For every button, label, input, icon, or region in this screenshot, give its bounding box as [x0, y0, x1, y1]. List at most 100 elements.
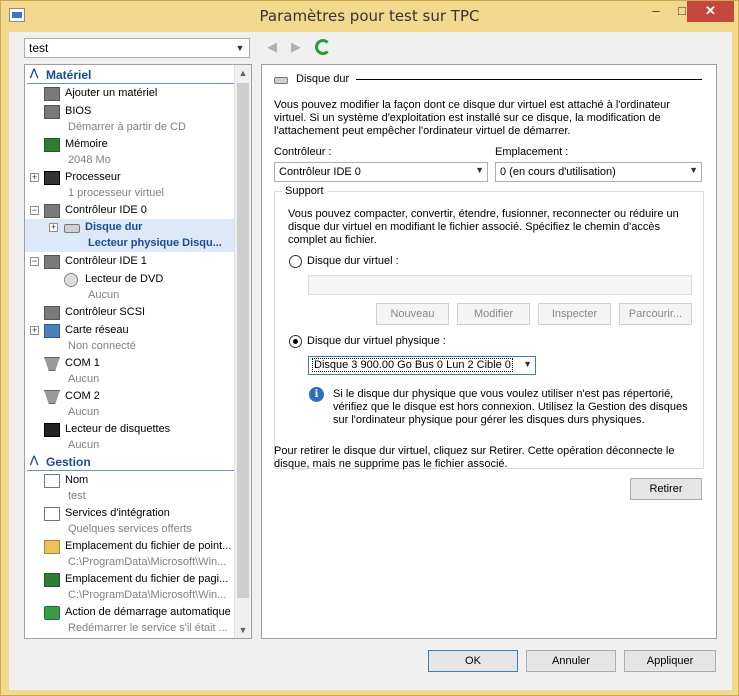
controller-select-value: Contrôleur IDE 0: [279, 166, 361, 178]
sidebar-item-sub: Démarrer à partir de CD: [68, 121, 186, 133]
cancel-button[interactable]: Annuler: [526, 650, 616, 672]
browse-button[interactable]: Parcourir...: [619, 303, 692, 325]
network-icon: [44, 324, 60, 338]
hard-disk-icon: [274, 77, 288, 84]
sidebar-item-label: Disque dur: [85, 221, 143, 233]
expand-icon[interactable]: +: [49, 223, 58, 232]
sidebar-item-name[interactable]: Nom test: [25, 472, 235, 505]
physical-disk-radio[interactable]: [289, 335, 302, 348]
sidebar-item-floppy[interactable]: Lecteur de disquettes Aucun: [25, 421, 235, 454]
sidebar-item-sub: Non connecté: [68, 340, 136, 352]
minimize-button[interactable]: –: [643, 1, 669, 22]
back-arrow-icon[interactable]: ◀: [264, 39, 280, 55]
sidebar-item-com1[interactable]: COM 1 Aucun: [25, 355, 235, 388]
sidebar-item-dvd[interactable]: Lecteur de DVD Aucun: [25, 271, 235, 304]
sidebar-item-sub: 2048 Mo: [68, 154, 111, 166]
snapshot-folder-icon: [44, 540, 60, 554]
sidebar-item-memory[interactable]: Mémoire 2048 Mo: [25, 136, 235, 169]
sidebar-item-processor[interactable]: + Processeur 1 processeur virtuel: [25, 169, 235, 202]
sidebar-item-sub: Redémarrer le service s'il était ...: [68, 622, 228, 634]
sidebar-item-sub: Aucun: [68, 439, 100, 451]
sidebar-item-sub: Lecteur physique Disqu...: [88, 237, 222, 249]
chevron-down-icon: ▼: [235, 43, 245, 53]
section-header-hardware[interactable]: ⋀ Matériel: [27, 68, 235, 84]
sidebar-item-scsi[interactable]: Contrôleur SCSI: [25, 304, 235, 321]
collapse-icon: ⋀: [30, 68, 39, 79]
sidebar-item-sub: test: [68, 490, 86, 502]
sidebar-item-label: Contrôleur SCSI: [65, 306, 146, 318]
collapse-icon: ⋀: [30, 455, 39, 466]
sidebar-item-integration[interactable]: Services d'intégration Quelques services…: [25, 505, 235, 538]
section-header-management[interactable]: ⋀ Gestion: [27, 455, 235, 471]
title-bar: Paramètres pour test sur TPC – □ ✕: [1, 1, 738, 31]
ide-controller-icon: [44, 255, 60, 269]
hardware-tree[interactable]: ⋀ Matériel Ajouter un matériel BIOS Déma…: [24, 64, 252, 639]
sidebar-item-label: Nom: [65, 474, 89, 486]
sidebar-item-com2[interactable]: COM 2 Aucun: [25, 388, 235, 421]
remove-text: Pour retirer le disque dur virtuel, cliq…: [274, 445, 675, 470]
hard-disk-icon: [64, 224, 80, 233]
scsi-icon: [44, 306, 60, 320]
inspect-button[interactable]: Inspecter: [538, 303, 611, 325]
settings-window: Paramètres pour test sur TPC – □ ✕ test …: [0, 0, 739, 696]
sidebar-item-ide-0[interactable]: − Contrôleur IDE 0: [25, 202, 235, 219]
sidebar-item-label: Lecteur de DVD: [85, 273, 164, 285]
sidebar-item-sub: C:\ProgramData\Microsoft\Win...: [68, 556, 227, 568]
expand-icon[interactable]: +: [30, 173, 39, 182]
sidebar-item-label: Lecteur de disquettes: [65, 423, 171, 435]
collapse-icon[interactable]: −: [30, 206, 39, 215]
forward-arrow-icon[interactable]: ▶: [288, 39, 304, 55]
chevron-down-icon: ▼: [523, 359, 532, 369]
sidebar-item-sub: Aucun: [68, 406, 100, 418]
sidebar-item-label: Ajouter un matériel: [65, 87, 158, 99]
autostart-icon: [44, 606, 60, 620]
window-title: Paramètres pour test sur TPC: [259, 7, 480, 25]
info-icon: i: [309, 387, 324, 402]
controller-select[interactable]: Contrôleur IDE 0 ▼: [274, 162, 488, 182]
info-text: Si le disque dur physique que vous voule…: [333, 388, 688, 426]
new-button[interactable]: Nouveau: [376, 303, 449, 325]
sidebar-item-ide-1[interactable]: − Contrôleur IDE 1: [25, 253, 235, 270]
vm-select[interactable]: test ▼: [24, 38, 250, 58]
chevron-down-icon: ▼: [475, 165, 484, 175]
virtual-disk-radio[interactable]: [289, 255, 302, 268]
ide-controller-icon: [44, 204, 60, 218]
collapse-icon[interactable]: −: [30, 257, 39, 266]
sidebar-item-snapshot-location[interactable]: Emplacement du fichier de point... C:\Pr…: [25, 538, 235, 571]
sidebar-item-autostart[interactable]: Action de démarrage automatique Redémarr…: [25, 604, 235, 637]
scroll-down-icon[interactable]: ▼: [235, 622, 251, 638]
ok-button[interactable]: OK: [428, 650, 518, 672]
remove-button[interactable]: Retirer: [630, 478, 702, 500]
support-title: Support: [282, 185, 327, 197]
sidebar-item-sub: Aucun: [68, 373, 100, 385]
bios-icon: [44, 105, 60, 119]
location-select[interactable]: 0 (en cours d'utilisation) ▼: [495, 162, 702, 182]
edit-button[interactable]: Modifier: [457, 303, 530, 325]
com-port-icon: [44, 390, 60, 404]
floppy-icon: [44, 423, 60, 437]
physical-disk-label: Disque dur virtuel physique :: [307, 335, 446, 347]
scroll-up-icon[interactable]: ▲: [235, 65, 251, 81]
expand-icon[interactable]: +: [30, 326, 39, 335]
physical-disk-select[interactable]: Disque 3 900.00 Go Bus 0 Lun 2 Cible 0 ▼: [308, 356, 536, 375]
sidebar-item-label: Contrôleur IDE 0: [65, 204, 147, 216]
virtual-disk-path-input[interactable]: [308, 275, 692, 295]
close-button[interactable]: ✕: [687, 1, 734, 22]
sidebar-item-network[interactable]: + Carte réseau Non connecté: [25, 322, 235, 355]
sidebar-item-sub: 1 processeur virtuel: [68, 187, 164, 199]
intro-text: Vous pouvez modifier la façon dont ce di…: [274, 99, 670, 137]
sidebar-item-label: Emplacement du fichier de point...: [65, 540, 232, 552]
sidebar-item-sub: Aucun: [88, 289, 120, 301]
apply-button[interactable]: Appliquer: [624, 650, 716, 672]
add-hardware-icon: [44, 87, 60, 101]
sidebar-item-paging-location[interactable]: Emplacement du fichier de pagi... C:\Pro…: [25, 571, 235, 604]
sidebar-item-bios[interactable]: BIOS Démarrer à partir de CD: [25, 103, 235, 136]
scroll-thumb[interactable]: [237, 83, 249, 598]
sidebar-item-hard-disk[interactable]: + Disque dur Lecteur physique Disqu...: [25, 219, 235, 252]
sidebar-item-label: COM 1: [65, 357, 100, 369]
refresh-icon[interactable]: [315, 39, 331, 55]
tree-scrollbar[interactable]: ▲ ▼: [234, 65, 251, 638]
sidebar-item-label: Action de démarrage automatique: [65, 606, 231, 618]
chevron-down-icon: ▼: [689, 165, 698, 175]
hard-disk-settings-panel: Disque dur Vous pouvez modifier la façon…: [261, 64, 717, 639]
